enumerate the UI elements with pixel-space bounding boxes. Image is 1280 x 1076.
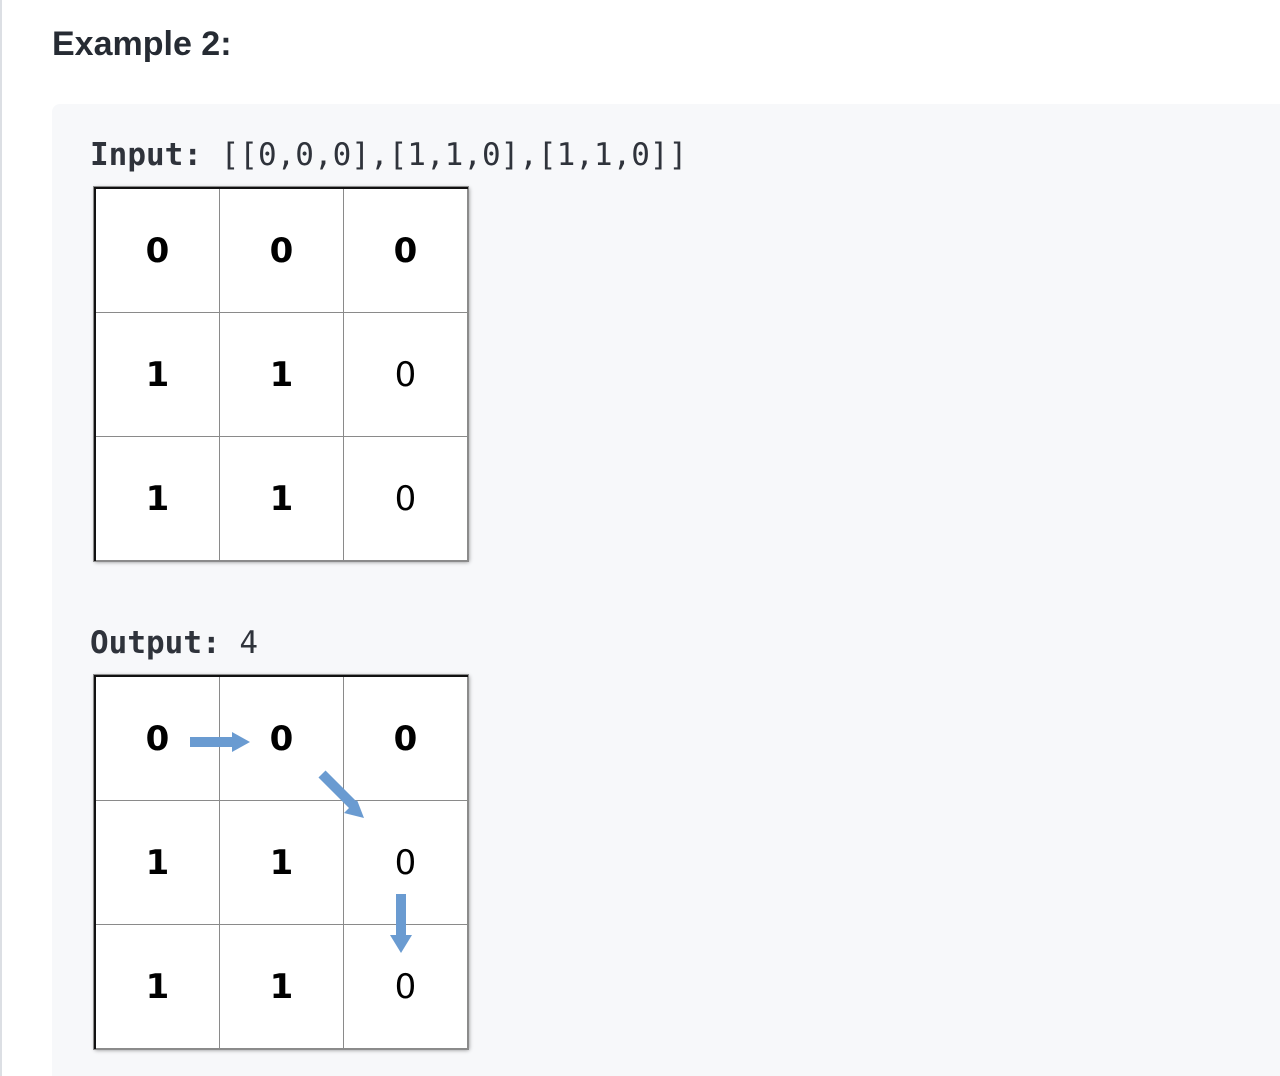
input-cell-0-0: 0 <box>96 189 220 313</box>
output-line: Output: 4 <box>90 623 258 663</box>
output-grid-figure: 0 0 0 1 1 0 1 1 0 <box>94 675 468 1049</box>
output-cell-0-0: 0 <box>96 677 220 801</box>
output-grid: 0 0 0 1 1 0 1 1 0 <box>94 675 468 1049</box>
input-cell-2-1: 1 <box>220 437 344 561</box>
page: Example 2: Input: [[0,0,0],[1,1,0],[1,1,… <box>0 0 1280 1076</box>
input-label: Input: <box>90 137 202 173</box>
output-cell-0-1: 0 <box>220 677 344 801</box>
output-cell-1-1: 1 <box>220 801 344 925</box>
output-cell-2-2: 0 <box>344 925 468 1049</box>
input-cell-0-2: 0 <box>344 189 468 313</box>
input-cell-1-2: 0 <box>344 313 468 437</box>
input-cell-1-1: 1 <box>220 313 344 437</box>
output-label: Output: <box>90 625 221 661</box>
input-cell-1-0: 1 <box>96 313 220 437</box>
input-cell-2-2: 0 <box>344 437 468 561</box>
input-cell-0-1: 0 <box>220 189 344 313</box>
input-line: Input: [[0,0,0],[1,1,0],[1,1,0]] <box>90 135 687 175</box>
output-cell-1-0: 1 <box>96 801 220 925</box>
output-cell-1-2: 0 <box>344 801 468 925</box>
output-cell-2-0: 1 <box>96 925 220 1049</box>
output-cell-2-1: 1 <box>220 925 344 1049</box>
example-heading: Example 2: <box>52 25 232 63</box>
input-grid: 0 0 0 1 1 0 1 1 0 <box>94 187 468 561</box>
output-cell-0-2: 0 <box>344 677 468 801</box>
input-cell-2-0: 1 <box>96 437 220 561</box>
input-grid-figure: 0 0 0 1 1 0 1 1 0 <box>94 187 468 561</box>
input-value: [[0,0,0],[1,1,0],[1,1,0]] <box>201 137 688 173</box>
output-value: 4 <box>220 625 258 661</box>
